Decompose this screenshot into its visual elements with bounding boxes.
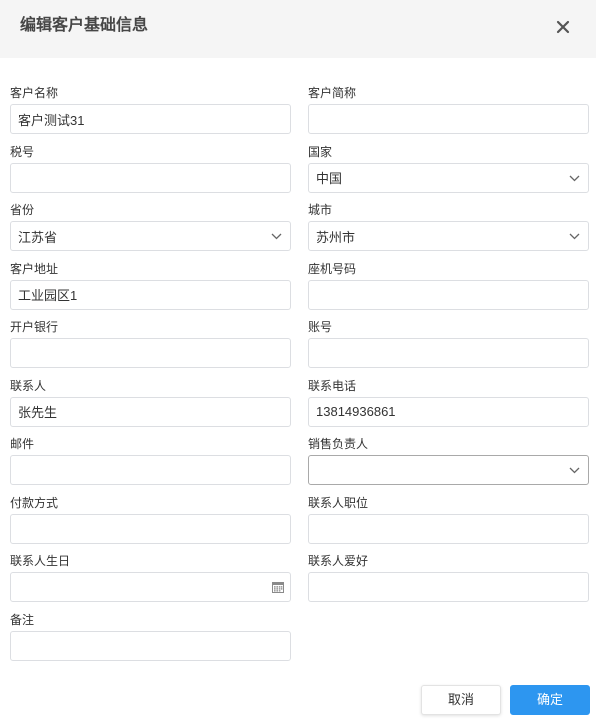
field-customer-short-name: 客户简称 xyxy=(308,85,589,134)
customer-short-name-label: 客户简称 xyxy=(308,86,357,100)
province-select-value: 江苏省 xyxy=(18,229,58,245)
chevron-down-icon xyxy=(569,175,580,182)
contact-birthday-input[interactable] xyxy=(10,572,291,602)
customer-name-label: 客户名称 xyxy=(10,86,59,100)
chevron-down-icon xyxy=(271,233,282,240)
field-tax-number: 税号 xyxy=(10,144,291,193)
dialog-header: 编辑客户基础信息 xyxy=(0,0,596,58)
field-remark: 备注 xyxy=(10,612,291,661)
contact-position-label: 联系人职位 xyxy=(308,495,369,510)
field-sales-owner: 销售负责人 xyxy=(308,436,589,485)
country-label: 国家 xyxy=(308,144,333,159)
contact-hobby-label: 联系人爱好 xyxy=(308,554,369,568)
contact-phone-label: 联系电话 xyxy=(308,378,357,393)
field-contact-birthday: 联系人生日 xyxy=(10,553,291,602)
city-select[interactable]: 苏州市 xyxy=(308,221,589,251)
payment-method-input[interactable] xyxy=(10,513,291,544)
field-province: 省份 江苏省 xyxy=(10,202,291,251)
field-account: 账号 xyxy=(308,319,589,368)
bank-label: 开户银行 xyxy=(10,320,59,334)
field-city: 城市 苏州市 xyxy=(308,202,589,251)
contact-birthday-label: 联系人生日 xyxy=(10,554,71,568)
customer-form: 客户名称 客户简称 税号 国家 中国 省份 江苏省 xyxy=(10,85,589,661)
city-label: 城市 xyxy=(308,203,333,217)
tax-number-label: 税号 xyxy=(10,144,35,159)
contact-label: 联系人 xyxy=(10,378,47,393)
field-payment-method: 付款方式 xyxy=(10,495,291,544)
landline-input[interactable] xyxy=(308,279,589,310)
cancel-button[interactable]: 取消 xyxy=(421,685,501,715)
email-label: 邮件 xyxy=(10,437,35,451)
field-landline: 座机号码 xyxy=(308,261,589,310)
city-select-value: 苏州市 xyxy=(316,229,356,245)
confirm-button[interactable]: 确定 xyxy=(510,685,590,715)
landline-label: 座机号码 xyxy=(308,261,357,276)
field-address: 客户地址 xyxy=(10,261,291,310)
contact-input[interactable] xyxy=(10,396,291,427)
field-customer-name: 客户名称 xyxy=(10,85,291,134)
dialog-title: 编辑客户基础信息 xyxy=(20,17,149,34)
remark-input[interactable] xyxy=(10,630,291,661)
chevron-down-icon xyxy=(569,233,580,240)
address-label: 客户地址 xyxy=(10,261,59,276)
country-select-value: 中国 xyxy=(316,171,343,186)
close-icon[interactable] xyxy=(556,20,570,34)
chevron-down-icon xyxy=(569,467,580,474)
field-contact-phone: 联系电话 xyxy=(308,378,589,427)
sales-owner-label: 销售负责人 xyxy=(308,437,369,451)
field-email: 邮件 xyxy=(10,436,291,485)
province-label: 省份 xyxy=(10,203,35,217)
sales-owner-select[interactable] xyxy=(308,455,589,485)
email-input[interactable] xyxy=(10,455,291,485)
field-contact-hobby: 联系人爱好 xyxy=(308,553,589,602)
edit-customer-dialog: 编辑客户基础信息 客户名称 客户简称 税号 国家 中国 xyxy=(0,0,596,724)
contact-birthday-picker xyxy=(10,572,291,602)
account-input[interactable] xyxy=(308,338,589,368)
remark-label: 备注 xyxy=(10,612,35,627)
field-country: 国家 中国 xyxy=(308,144,589,193)
calendar-icon[interactable] xyxy=(272,582,284,593)
country-select[interactable]: 中国 xyxy=(308,162,589,193)
contact-hobby-input[interactable] xyxy=(308,572,589,602)
account-label: 账号 xyxy=(308,320,333,334)
field-contact: 联系人 xyxy=(10,378,291,427)
field-bank: 开户银行 xyxy=(10,319,291,368)
payment-method-label: 付款方式 xyxy=(10,495,59,510)
field-contact-position: 联系人职位 xyxy=(308,495,589,544)
contact-position-input[interactable] xyxy=(308,513,589,544)
tax-number-input[interactable] xyxy=(10,162,291,193)
customer-short-name-input[interactable] xyxy=(308,104,589,134)
province-select[interactable]: 江苏省 xyxy=(10,221,291,251)
address-input[interactable] xyxy=(10,279,291,310)
contact-phone-input[interactable] xyxy=(308,396,589,427)
customer-name-input[interactable] xyxy=(10,104,291,134)
bank-input[interactable] xyxy=(10,338,291,368)
